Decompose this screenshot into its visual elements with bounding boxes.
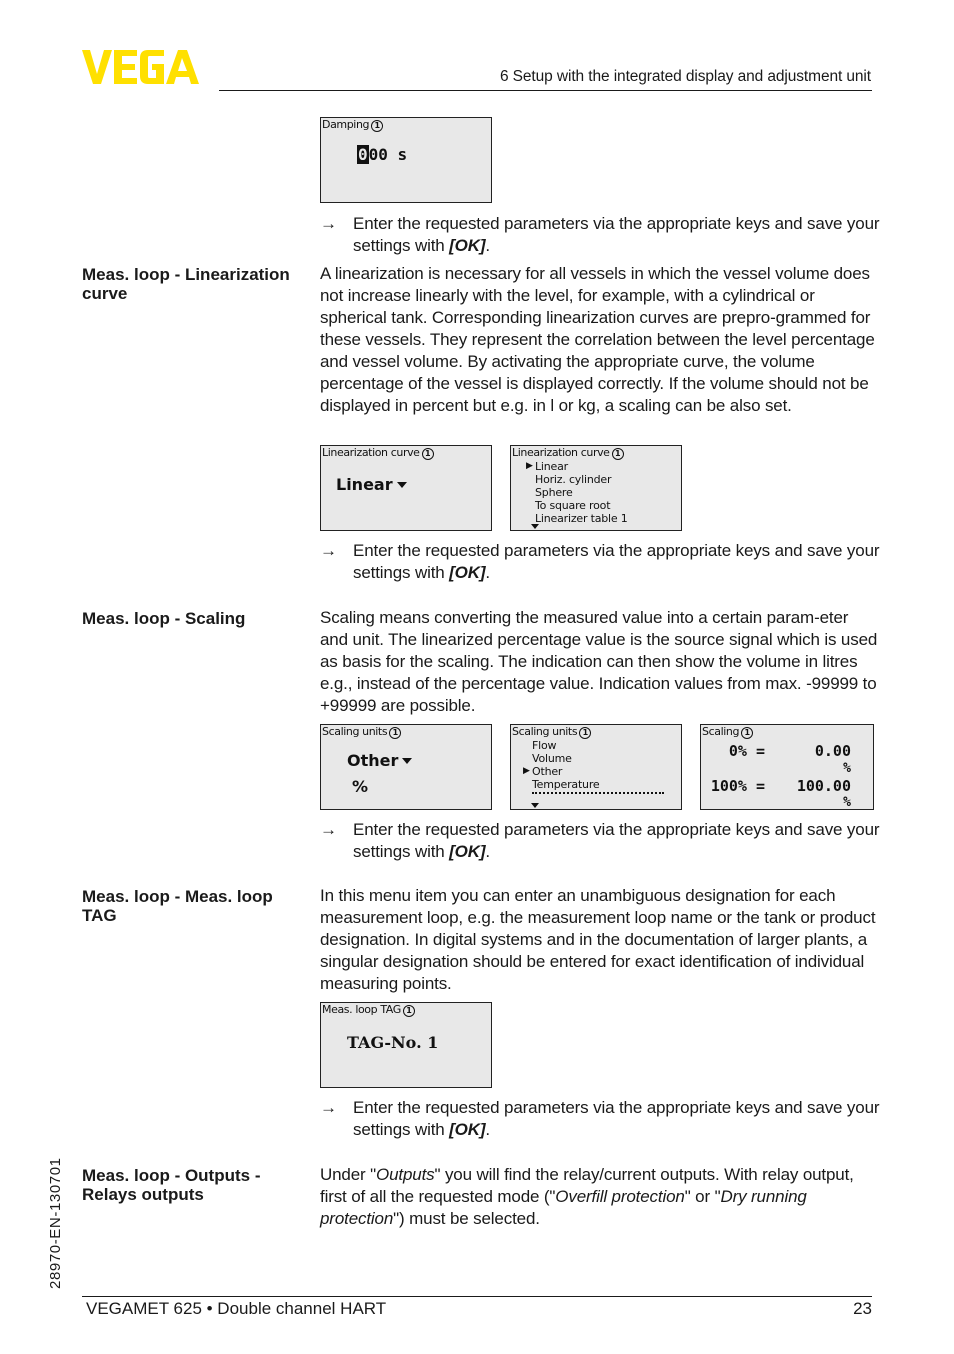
display-title: Linearization curve 1 bbox=[512, 446, 624, 460]
display-title: Meas. loop TAG 1 bbox=[322, 1003, 415, 1017]
chapter-title: 6 Setup with the integrated display and … bbox=[499, 68, 871, 85]
section-label-scaling: Meas. loop - Scaling bbox=[82, 609, 246, 628]
selected-marker-icon: ▶ bbox=[526, 461, 533, 471]
scroll-down-icon bbox=[531, 803, 539, 808]
instruction-step: → Enter the requested parameters via the… bbox=[320, 1098, 880, 1139]
info-icon: 1 bbox=[402, 1005, 415, 1017]
scroll-down-icon bbox=[531, 524, 539, 529]
option-item[interactable]: Temperature bbox=[532, 778, 600, 791]
display-title: Scaling 1 bbox=[702, 725, 754, 739]
section-text-scaling: Scaling means converting the measured va… bbox=[320, 608, 878, 715]
info-icon: 1 bbox=[579, 727, 592, 739]
instruction-step: → Enter the requested parameters via the… bbox=[320, 820, 880, 861]
section-text-tag: In this menu item you can enter an unamb… bbox=[320, 886, 876, 993]
option-item[interactable]: ▶ Other bbox=[523, 765, 599, 778]
linearization-display-selected: Linearization curve 1 Linear bbox=[320, 445, 492, 531]
info-icon: 1 bbox=[371, 120, 384, 132]
section-label-linearization: Meas. loop - Linearization curve bbox=[82, 265, 290, 303]
header-divider bbox=[219, 90, 872, 91]
info-icon: 1 bbox=[611, 448, 624, 460]
linearization-value: Linear bbox=[336, 475, 407, 494]
cursor-digit: 0 bbox=[357, 145, 369, 164]
tag-value: TAG-No. 1 bbox=[347, 1033, 439, 1052]
option-item[interactable]: Horiz. cylinder bbox=[535, 473, 628, 486]
linearization-display-list: Linearization curve 1 ▶ Linear Horiz. cyli… bbox=[510, 445, 682, 531]
option-item[interactable]: Flow bbox=[532, 739, 599, 752]
info-icon: 1 bbox=[421, 448, 434, 460]
instruction-step: → Enter the requested parameters via the… bbox=[320, 541, 880, 582]
arrow-icon: → bbox=[320, 820, 337, 839]
page-number: 23 bbox=[853, 1299, 872, 1318]
display-title: Damping 1 bbox=[322, 118, 384, 132]
info-icon: 1 bbox=[389, 727, 402, 739]
footer-product: VEGAMET 625 • Double channel HART bbox=[86, 1299, 387, 1318]
damping-value: 000 s bbox=[357, 145, 408, 164]
tag-display: Meas. loop TAG 1 TAG-No. 1 bbox=[320, 1002, 492, 1088]
dropdown-arrow-icon bbox=[402, 758, 413, 764]
scaling-row2-value: 100.00 bbox=[796, 777, 851, 795]
scaling-row2-unit: % bbox=[843, 795, 851, 810]
option-item[interactable]: Volume bbox=[532, 752, 599, 765]
section-text-linearization: A linearization is necessary for all ves… bbox=[320, 264, 875, 415]
info-icon: 1 bbox=[741, 727, 754, 739]
option-item[interactable]: To square root bbox=[535, 499, 628, 512]
section-label-outputs: Meas. loop - Outputs - Relays outputs bbox=[82, 1166, 261, 1204]
damping-display: Damping 1 000 s bbox=[320, 117, 492, 203]
scaling-units-display-selected: Scaling units 1 Other % bbox=[320, 724, 492, 810]
selected-marker-icon: ▶ bbox=[523, 766, 530, 776]
linearization-options: ▶ Linear Horiz. cylinder Sphere To square… bbox=[526, 460, 628, 525]
display-title: Linearization curve 1 bbox=[322, 446, 434, 460]
scaling-unit-value: Other bbox=[347, 751, 413, 770]
option-item[interactable]: ▶ Linear bbox=[526, 460, 628, 473]
scaling-unit-options: Flow Volume ▶ Other Temperature bbox=[523, 739, 600, 791]
display-title: Scaling units 1 bbox=[322, 725, 402, 739]
vega-logo bbox=[82, 50, 199, 84]
document-code: 28970-EN-130701 bbox=[47, 1157, 64, 1289]
instruction-step: → Enter the requested parameters via the… bbox=[320, 214, 880, 255]
option-item[interactable]: Linearizer table 1 bbox=[535, 512, 628, 525]
section-text-outputs: Under "Outputs" you will find the relay/… bbox=[320, 1165, 854, 1228]
scaling-row1-label: 0% = bbox=[728, 742, 765, 760]
scaling-row2-label: 100% = bbox=[710, 777, 765, 795]
scaling-row1-value: 0.00 bbox=[814, 742, 851, 760]
display-title: Scaling units 1 bbox=[512, 725, 592, 739]
arrow-icon: → bbox=[320, 1098, 337, 1117]
option-item[interactable]: Sphere bbox=[535, 486, 628, 499]
scaling-unit-symbol: % bbox=[352, 777, 369, 796]
footer-divider bbox=[82, 1296, 872, 1297]
dropdown-arrow-icon bbox=[396, 482, 407, 488]
scaling-display: Scaling 1 0% = 0.00 % 100% = 100.00 % bbox=[700, 724, 874, 810]
arrow-icon: → bbox=[320, 214, 337, 233]
section-label-tag: Meas. loop - Meas. loop TAG bbox=[82, 887, 273, 925]
arrow-icon: → bbox=[320, 541, 337, 560]
scaling-units-display-list: Scaling units 1 Flow Volume ▶ Other Temper… bbox=[510, 724, 682, 810]
separator-dots bbox=[532, 792, 664, 794]
scaling-row1-unit: % bbox=[843, 761, 851, 776]
